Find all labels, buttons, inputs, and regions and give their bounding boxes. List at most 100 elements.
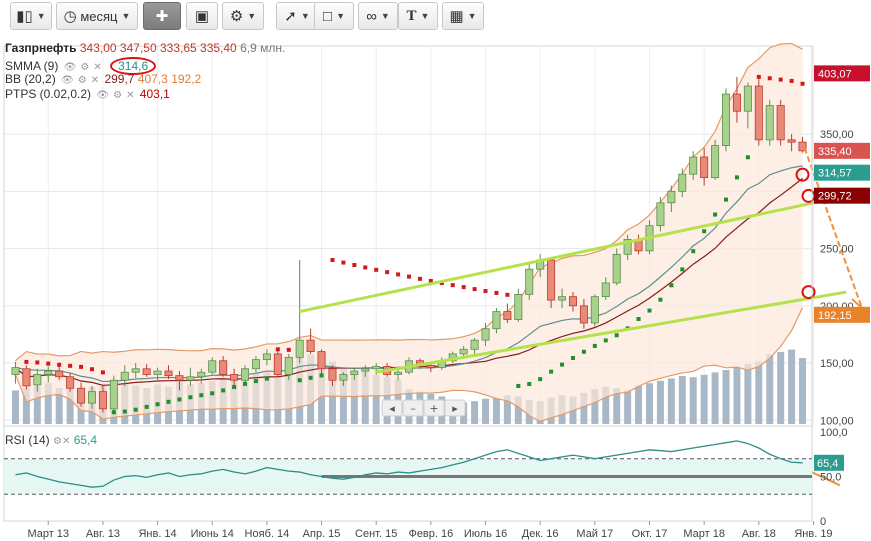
sar-dot (549, 369, 554, 374)
sar-dot (581, 349, 586, 354)
candle-body (579, 305, 588, 324)
close-icon[interactable]: ✕ (62, 436, 70, 447)
sar-dot (592, 343, 597, 348)
time-tick-label: Июль 16 (464, 528, 507, 540)
draw-line-button[interactable]: ➚ ▼ (276, 2, 318, 30)
text-tool-button[interactable]: T ▼ (398, 2, 438, 30)
indicator-bb[interactable]: BB (20,2) 👁 ⚙ ✕ 299,7 407,3 192,2 (5, 72, 201, 88)
candle-body (219, 360, 228, 375)
price-tag-label: 403,07 (818, 68, 852, 80)
indicator-bb-mid: 299,7 (104, 72, 135, 86)
shape-tool-button[interactable]: □ ▼ (314, 2, 354, 30)
candle-body (722, 93, 731, 146)
volume-bar (777, 352, 785, 424)
chart-type-button[interactable]: ▮▯ ▼ (10, 2, 52, 30)
sar-dot (275, 347, 280, 352)
eye-icon[interactable]: 👁 (96, 90, 109, 101)
candle-body (426, 364, 435, 369)
candle-body (547, 259, 556, 301)
time-tick-label: Янв. 14 (138, 528, 176, 540)
sar-dot (385, 270, 390, 275)
chart-window-button[interactable]: ▣ (186, 2, 218, 30)
line-tool-icon: ➚ (284, 7, 297, 25)
sar-dot (177, 397, 182, 402)
volume-bar (766, 354, 774, 424)
eye-icon[interactable]: 👁 (61, 75, 74, 86)
candle-body (295, 339, 304, 358)
candle-body (689, 156, 698, 175)
candle-body (372, 366, 381, 370)
close-icon[interactable]: ✕ (91, 75, 99, 86)
price-tag-label: 299,72 (818, 191, 852, 203)
instrument-name: Газпрнефть (5, 41, 77, 55)
volume-bar (645, 383, 653, 424)
sar-dot (417, 276, 422, 281)
sar-dot (658, 297, 663, 302)
volume-bar (700, 374, 708, 424)
rsi-panel: 0 50,0 100,0 65,4 (3, 425, 848, 528)
time-tick-label: Апр. 15 (303, 528, 341, 540)
crosshair-button[interactable]: ✚ (143, 2, 181, 30)
chevron-down-icon: ▼ (247, 11, 257, 21)
gear-icon[interactable]: ⚙ (53, 436, 62, 447)
price-chart[interactable]: 100,00150,00200,00250,00300,00350,00 403… (0, 34, 871, 541)
candle-body (678, 173, 687, 192)
sar-dot (461, 285, 466, 290)
time-tick-label: Окт. 17 (632, 528, 668, 540)
sar-dot (79, 364, 84, 369)
sar-dot (472, 287, 477, 292)
scroll-right-button-label: ▸ (452, 402, 458, 415)
candle-body (317, 351, 326, 370)
sar-dot (636, 316, 641, 321)
sar-dot (516, 383, 521, 388)
image-tool-button[interactable]: ▦ ▼ (442, 2, 484, 30)
ohlc-low: 333,65 (159, 41, 197, 55)
volume-bar (733, 367, 741, 424)
sar-dot (352, 263, 357, 268)
sar-dot (778, 77, 783, 82)
sar-dot (232, 384, 237, 389)
zoom-out-button-label: – (410, 402, 416, 415)
interval-button[interactable]: ◷ месяц ▼ (56, 2, 138, 30)
candle-body (601, 282, 610, 298)
candle-body (481, 328, 490, 341)
indicator-ptps[interactable]: PTPS (0.02,0.2) 👁 ⚙ ✕ 403,1 (5, 87, 170, 103)
sar-dot (691, 249, 696, 254)
price-tag-label: 335,40 (818, 146, 852, 158)
volume-bar (471, 401, 479, 424)
candle-body (87, 391, 96, 404)
candle-body (328, 368, 337, 381)
sar-dot (560, 362, 565, 367)
time-tick-label: Февр. 16 (408, 528, 453, 540)
price-axis: 100,00150,00200,00250,00300,00350,00 (811, 46, 854, 427)
close-icon[interactable]: ✕ (126, 90, 134, 101)
fibonacci-tool-button[interactable]: ∞ ▼ (358, 2, 398, 30)
sar-dot (789, 78, 794, 83)
time-tick-label: Нояб. 14 (245, 528, 290, 540)
candle-body (55, 370, 64, 378)
gear-icon[interactable]: ⚙ (113, 90, 122, 101)
indicators-button[interactable]: ⚙ ▼ (222, 2, 264, 30)
candle-body (361, 368, 370, 372)
volume-bar (755, 361, 763, 424)
volume-bar (689, 377, 697, 424)
candle-body (77, 387, 86, 404)
sar-dot (538, 377, 543, 382)
chevron-down-icon: ▼ (121, 11, 131, 21)
candle-body (743, 85, 752, 112)
sar-dot (133, 407, 138, 412)
sar-dot (111, 410, 116, 415)
volume-bar (722, 370, 730, 424)
candle-body (525, 268, 534, 295)
volume-bar (667, 378, 675, 424)
gear-icon[interactable]: ⚙ (78, 75, 87, 86)
price-tag-label: 314,57 (818, 168, 852, 180)
sar-dot (264, 376, 269, 381)
crosshair-icon: ✚ (155, 7, 169, 25)
rsi-legend[interactable]: RSI (14) ⚙✕ 65,4 (5, 433, 97, 447)
sar-dot (253, 379, 258, 384)
sar-dot (68, 363, 73, 368)
sar-dot (330, 258, 335, 263)
sar-dot (734, 175, 739, 180)
candle-body (230, 374, 239, 381)
